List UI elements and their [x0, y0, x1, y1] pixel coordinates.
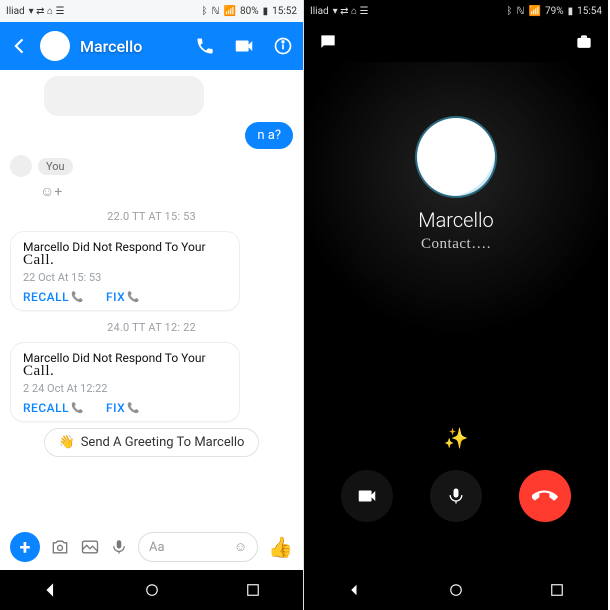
- nav-recent[interactable]: [244, 581, 262, 599]
- contact-name[interactable]: Marcello: [80, 37, 185, 56]
- input-placeholder: Aa: [149, 540, 165, 555]
- video-call-icon[interactable]: [233, 35, 255, 57]
- camera-icon[interactable]: [50, 537, 70, 557]
- you-indicator-row: You: [10, 155, 293, 177]
- call-status: Contact….: [421, 236, 491, 253]
- android-navbar: [0, 570, 303, 610]
- nav-home[interactable]: [143, 581, 161, 599]
- call-body: Marcello Contact…. ✨: [304, 62, 608, 570]
- call-top-bar: [304, 22, 608, 62]
- emoji-reaction-button[interactable]: ☺+: [40, 183, 293, 200]
- battery-icon: ▮: [263, 6, 269, 17]
- smiley-icon[interactable]: ☺: [234, 539, 247, 555]
- carrier-label: Iliad: [310, 6, 329, 17]
- compose-bar: + Aa ☺ 👍: [0, 526, 303, 570]
- android-navbar: [304, 570, 608, 610]
- clock: 15:52: [272, 6, 297, 17]
- nav-back[interactable]: [42, 581, 60, 599]
- missed-call-line2: Call.: [23, 252, 227, 269]
- battery-icon: ▮: [568, 6, 574, 17]
- missed-call-card[interactable]: Marcello Did Not Respond To Your Call. 2…: [10, 231, 240, 311]
- mute-button[interactable]: [430, 470, 482, 522]
- nav-recent[interactable]: [548, 581, 566, 599]
- nav-home[interactable]: [447, 581, 465, 599]
- battery-percent: 79%: [545, 6, 564, 17]
- info-icon[interactable]: [273, 36, 293, 56]
- nfc-icon: ℕ: [212, 6, 220, 17]
- nav-back[interactable]: [346, 581, 364, 599]
- self-avatar: [10, 155, 32, 177]
- recall-button[interactable]: RECALL: [23, 401, 84, 415]
- bluetooth-icon: ᛒ: [507, 6, 513, 17]
- status-icons: ▾ ⇄ ⌂ ☰: [333, 6, 369, 17]
- status-icons: ▾ ⇄ ⌂ ☰: [29, 6, 65, 17]
- call-actions: [304, 470, 608, 522]
- android-status-bar: Iliad ▾ ⇄ ⌂ ☰ ᛒ ℕ 📶 79% ▮ 15:54: [304, 0, 608, 22]
- you-label: You: [38, 158, 73, 175]
- missed-call-line2: Call.: [23, 363, 227, 380]
- message-input[interactable]: Aa ☺: [138, 532, 258, 562]
- missed-call-time: 2 24 Oct At 12:22: [23, 382, 227, 395]
- nfc-icon: ℕ: [517, 6, 525, 17]
- add-button[interactable]: +: [10, 532, 40, 562]
- recall-button[interactable]: RECALL: [23, 290, 84, 304]
- clock: 15:54: [577, 6, 602, 17]
- flip-camera-icon[interactable]: [574, 32, 594, 52]
- effects-icon[interactable]: ✨: [444, 426, 469, 450]
- carrier-label: Iliad: [6, 6, 25, 17]
- call-contact-name: Marcello: [418, 208, 493, 232]
- sent-message-bubble[interactable]: n a?: [245, 122, 293, 149]
- missed-call-time: 22 Oct At 15: 53: [23, 271, 227, 284]
- signal-icon: 📶: [529, 6, 541, 17]
- back-icon[interactable]: [10, 36, 30, 56]
- like-button[interactable]: 👍: [268, 535, 293, 559]
- chat-icon[interactable]: [318, 32, 338, 52]
- contact-avatar[interactable]: [40, 31, 70, 61]
- contact-avatar-large: [415, 116, 497, 198]
- received-message-bubble[interactable]: [44, 76, 204, 116]
- microphone-icon[interactable]: [110, 537, 128, 557]
- android-status-bar: Iliad ▾ ⇄ ⌂ ☰ ᛒ ℕ 📶 80% ▮ 15:52: [0, 0, 303, 22]
- messenger-chat-screen: Iliad ▾ ⇄ ⌂ ☰ ᛒ ℕ 📶 80% ▮ 15:52 Marcello: [0, 0, 304, 610]
- battery-percent: 80%: [240, 6, 259, 17]
- toggle-video-button[interactable]: [341, 470, 393, 522]
- timestamp-divider: 24.0 TT AT 12: 22: [10, 321, 293, 334]
- missed-call-card[interactable]: Marcello Did Not Respond To Your Call. 2…: [10, 342, 240, 422]
- chat-body[interactable]: n a? You ☺+ 22.0 TT AT 15: 53 Marcello D…: [0, 70, 303, 526]
- fix-button[interactable]: FIX: [106, 401, 140, 415]
- outgoing-call-screen: Iliad ▾ ⇄ ⌂ ☰ ᛒ ℕ 📶 79% ▮ 15:54 Marcello: [304, 0, 608, 610]
- end-call-button[interactable]: [519, 470, 571, 522]
- bluetooth-icon: ᛒ: [202, 6, 208, 17]
- chat-header: Marcello: [0, 22, 303, 70]
- fix-button[interactable]: FIX: [106, 290, 140, 304]
- gallery-icon[interactable]: [80, 537, 100, 557]
- signal-icon: 📶: [224, 6, 236, 17]
- timestamp-divider: 22.0 TT AT 15: 53: [10, 210, 293, 223]
- greeting-label: Send A Greeting To Marcello: [81, 435, 245, 450]
- wave-icon: 👋: [59, 435, 75, 450]
- greeting-suggestion-chip[interactable]: 👋 Send A Greeting To Marcello: [44, 428, 260, 457]
- voice-call-icon[interactable]: [195, 36, 215, 56]
